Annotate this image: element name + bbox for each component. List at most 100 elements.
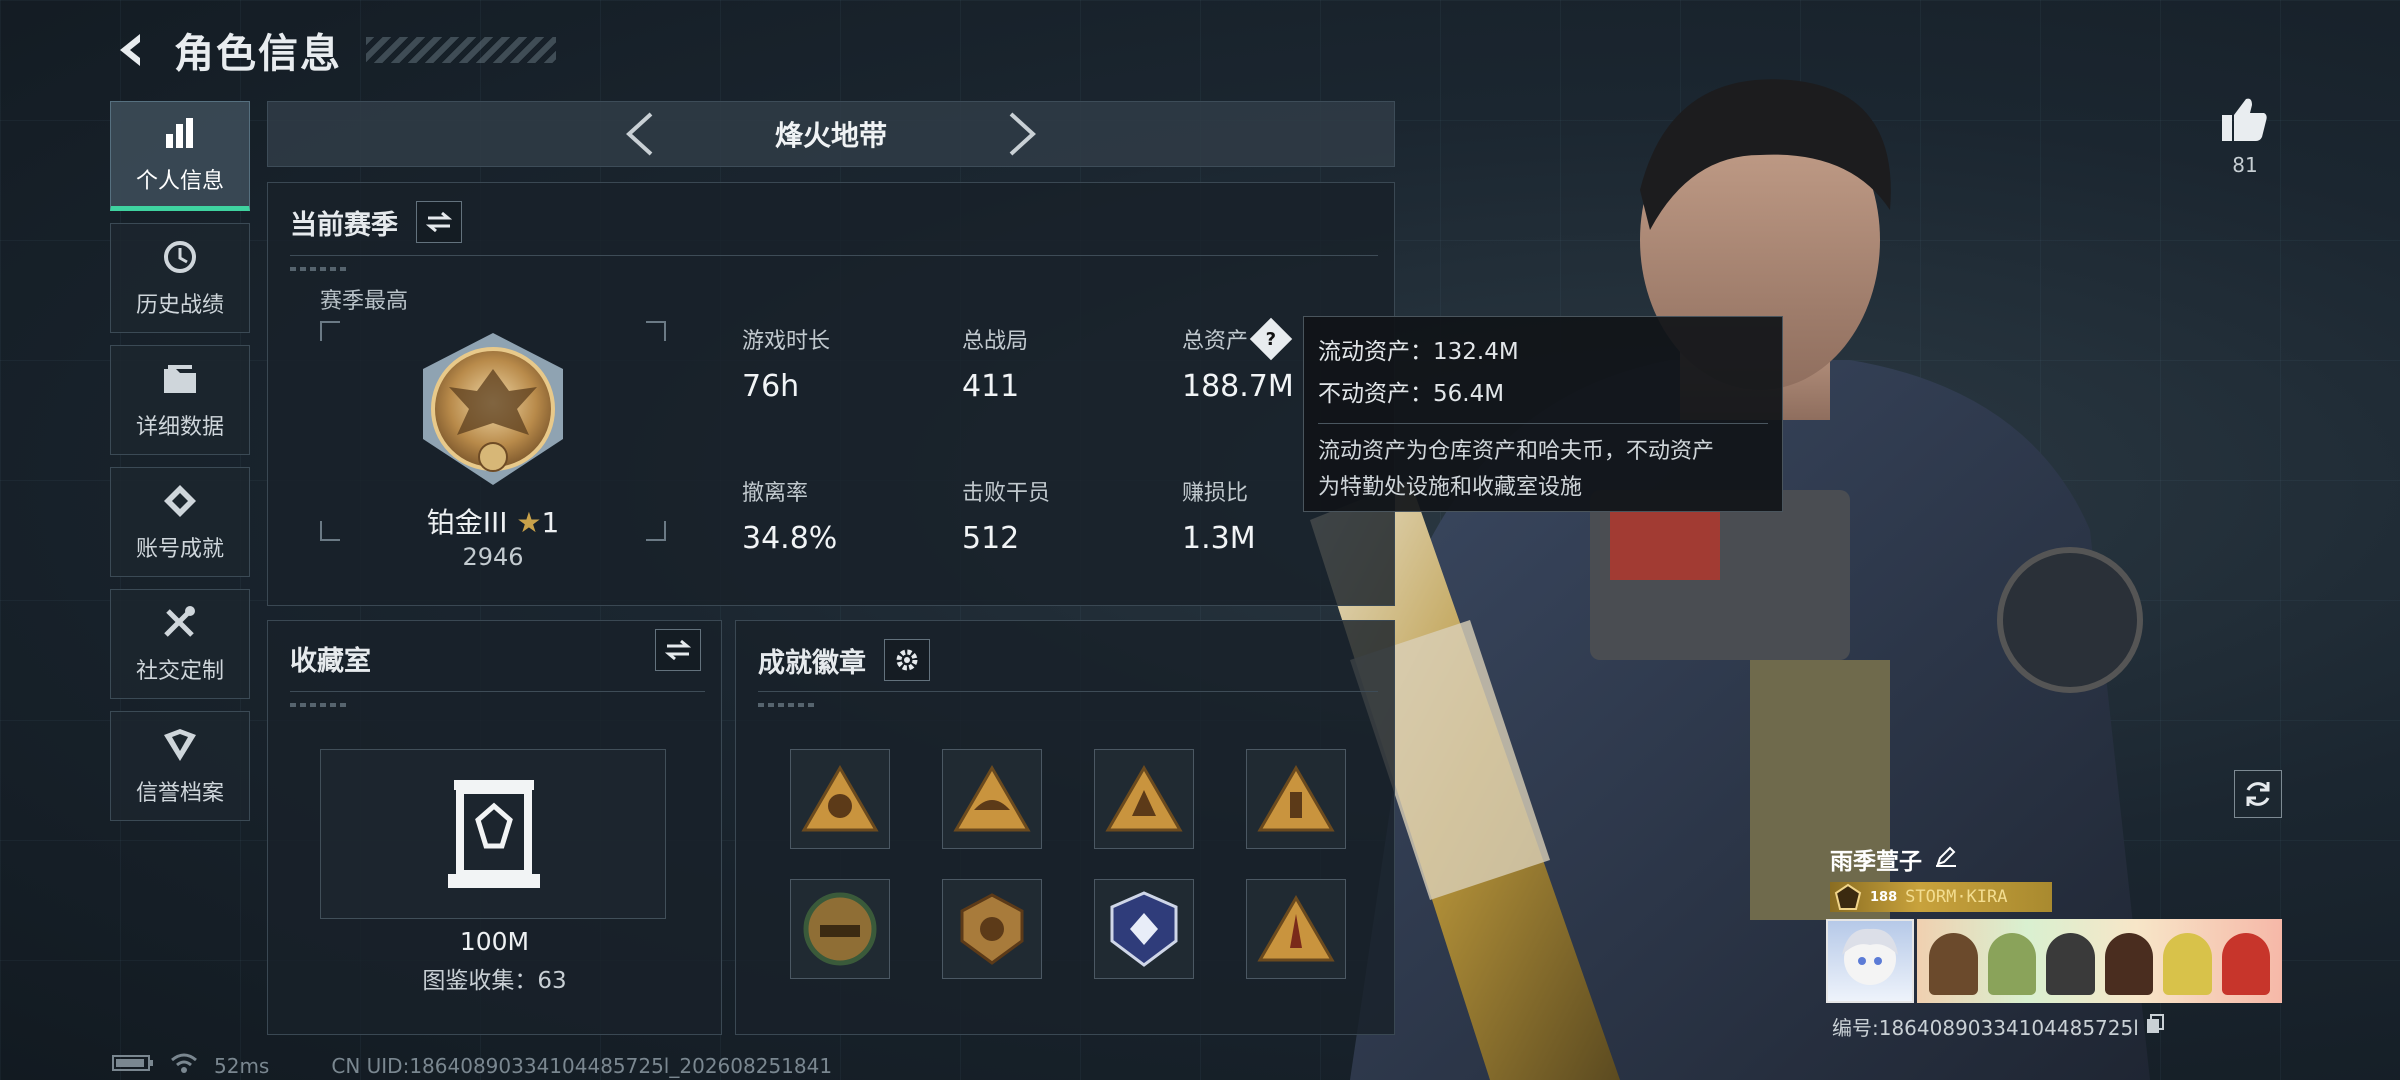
level-emblem-icon (1834, 883, 1862, 910)
badge-rocket-icon[interactable] (1246, 879, 1346, 979)
nav-item-achievements[interactable]: 账号成就 (110, 467, 250, 577)
player-id: 编号:18640890334104485725l (1832, 1016, 2139, 1040)
nav-label: 详细数据 (135, 415, 224, 440)
next-mode-button[interactable] (997, 109, 1047, 159)
rank-frame: 铂金III ★1 2946 (320, 321, 666, 571)
nav-label: 信誉档案 (135, 781, 224, 806)
stat-value: 188.7M (1182, 369, 1294, 404)
copy-icon[interactable] (2145, 1013, 2165, 1040)
like-widget[interactable]: 81 (2210, 95, 2280, 177)
mode-selector: 烽火地带 (267, 101, 1395, 167)
achievements-settings-button[interactable] (884, 639, 930, 681)
achievements-panel: 成就徽章 (735, 620, 1395, 1035)
season-divider (290, 255, 1378, 256)
badge-triangle-icon[interactable] (1094, 749, 1194, 849)
nav-label: 个人信息 (135, 169, 224, 194)
player-name-row: 雨季萱子 (1830, 842, 1958, 876)
stat-label: 击败干员 (962, 481, 1051, 506)
liquid-assets-text: 流动资产：132.4M (1318, 339, 1519, 365)
battery-icon (112, 1053, 154, 1078)
uid-text: CN UID:18640890334104485725l_20260825184… (331, 1053, 833, 1078)
stat-total-assets: 总资产 ? 188.7M (1182, 317, 1294, 404)
player-name: 雨季萱子 (1830, 849, 1922, 875)
tools-icon (160, 603, 200, 643)
season-panel: 当前赛季 赛季最高 铂金III ★1 2946 游戏时长 76h 总战局 411 (267, 182, 1395, 606)
tooltip-divider (1318, 423, 1768, 424)
nav-item-history[interactable]: 历史战绩 (110, 223, 250, 333)
stat-operators-defeated: 击败干员 512 (962, 475, 1050, 556)
tooltip-description-line-2: 为特勤处设施和收藏室设施 (1318, 475, 1583, 500)
collection-preview[interactable] (320, 749, 666, 919)
stat-play-time: 游戏时长 76h (742, 323, 830, 404)
stat-label-row: 总资产 ? (1182, 317, 1294, 361)
avatar-character-icon (1842, 928, 1898, 985)
nav-label: 账号成就 (135, 537, 224, 562)
achievements-header: 成就徽章 (758, 639, 930, 681)
wifi-icon (170, 1052, 198, 1079)
avatar[interactable] (1826, 919, 1914, 1003)
stat-value: 34.8% (742, 521, 838, 556)
rank-stars: 1 (541, 506, 560, 539)
stat-label: 总战局 (962, 329, 1029, 354)
badge-diamond-icon[interactable] (1094, 879, 1194, 979)
title-decoration (366, 37, 556, 63)
achievements-divider (758, 691, 1378, 692)
assets-tooltip: 流动资产：132.4M 不动资产：56.4M 流动资产为仓库资产和哈夫币，不动资… (1303, 316, 1783, 512)
ping-value: 52ms (214, 1053, 270, 1078)
player-id-row: 编号:18640890334104485725l (1832, 1012, 2165, 1041)
stat-total-matches: 总战局 411 (962, 323, 1028, 404)
page-header: 角色信息 (110, 20, 556, 80)
history-clock-icon (160, 237, 200, 277)
bar-chart-icon (160, 113, 200, 153)
side-nav: 个人信息 历史战绩 详细数据 账号成就 社交定制 信誉档案 (110, 101, 250, 833)
nav-item-social[interactable]: 社交定制 (110, 589, 250, 699)
edit-pencil-icon[interactable] (1934, 844, 1958, 874)
banner-character (2163, 933, 2212, 995)
nav-item-personal-info[interactable]: 个人信息 (110, 101, 250, 211)
star-icon: ★ (516, 506, 542, 539)
banner-character (2221, 933, 2270, 995)
nav-label: 历史战绩 (135, 293, 224, 318)
player-banner[interactable] (1917, 919, 2282, 1003)
display-case-icon (448, 780, 540, 888)
badge-tank-icon[interactable] (790, 879, 890, 979)
player-level: 188 (1870, 889, 1898, 905)
stat-value: 411 (962, 369, 1020, 404)
nav-item-reputation[interactable]: 信誉档案 (110, 711, 250, 821)
rotate-icon (2246, 782, 2270, 806)
badge-shield-icon[interactable] (942, 879, 1042, 979)
banner-characters (1917, 919, 2282, 1003)
badge-fist-icon[interactable] (790, 749, 890, 849)
rank-name-row: 铂金III ★1 (320, 501, 666, 541)
prev-mode-button[interactable] (615, 109, 665, 159)
badge-soldier-icon[interactable] (1246, 749, 1346, 849)
frame-corner (320, 321, 340, 341)
divider-marks (290, 703, 350, 707)
stat-value: 512 (962, 521, 1020, 556)
badge-hat-icon[interactable] (942, 749, 1042, 849)
collection-divider (290, 691, 705, 692)
collection-switch-button[interactable] (655, 629, 701, 671)
collection-count: 图鉴收集：63 (422, 968, 567, 994)
back-arrow-icon[interactable] (110, 28, 154, 72)
banner-character (1929, 933, 1978, 995)
season-title: 当前赛季 (290, 209, 398, 241)
folder-icon (160, 359, 200, 399)
rank-score: 2946 (462, 543, 524, 571)
fixed-assets-text: 不动资产：56.4M (1318, 381, 1505, 407)
level-banner: 188 STORM·KIRA (1830, 882, 2052, 912)
nav-item-detailed-data[interactable]: 详细数据 (110, 345, 250, 455)
stat-value: 76h (742, 369, 800, 404)
achievements-title: 成就徽章 (758, 647, 866, 679)
rotate-model-button[interactable] (2234, 770, 2282, 818)
banner-character (2046, 933, 2095, 995)
stat-extraction-rate: 撤离率 34.8% (742, 475, 837, 556)
help-diamond-icon[interactable]: ? (1249, 317, 1293, 361)
stat-label: 撤离率 (742, 481, 809, 506)
swap-icon (665, 639, 691, 661)
season-switch-button[interactable] (416, 201, 462, 243)
divider-marks (758, 703, 818, 707)
platinum-rank-emblem-icon (423, 333, 563, 485)
tooltip-description-line-1: 流动资产为仓库资产和哈夫币，不动资产 (1318, 439, 1715, 464)
banner-character (1987, 933, 2036, 995)
